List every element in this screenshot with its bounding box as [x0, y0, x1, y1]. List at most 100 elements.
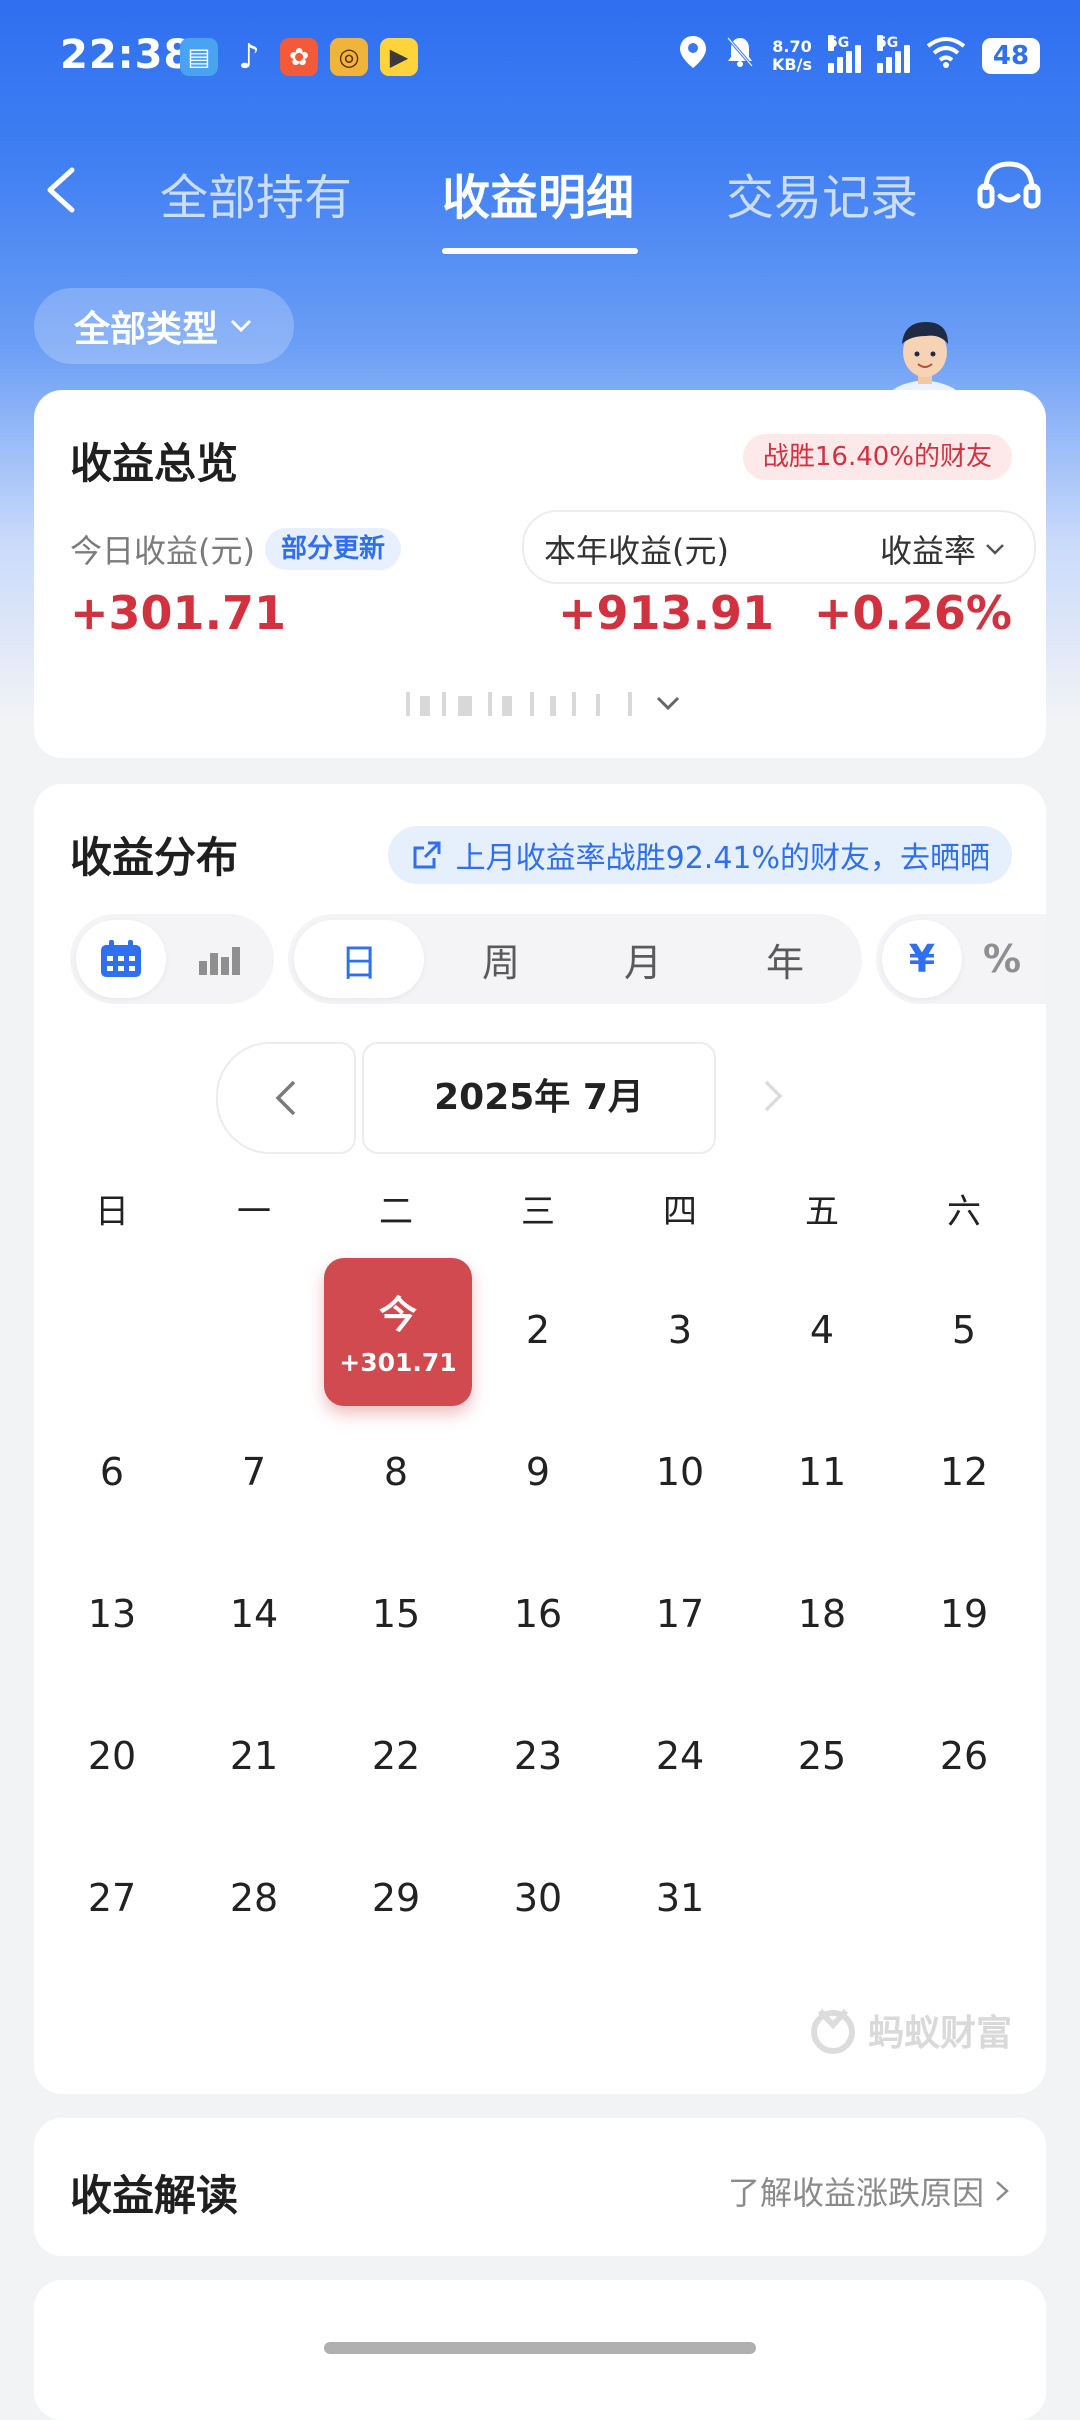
- tab-all-holdings[interactable]: 全部持有: [160, 158, 352, 228]
- active-tab-underline: [442, 248, 638, 254]
- customer-service-button[interactable]: [974, 152, 1044, 222]
- today-earnings-label: 今日收益(元): [70, 532, 255, 570]
- calendar-day[interactable]: 23: [468, 1734, 608, 1778]
- signal-type-1: 5G: [828, 35, 850, 51]
- calendar-day[interactable]: 2: [468, 1308, 608, 1352]
- return-rate-dropdown[interactable]: 收益率: [880, 526, 1006, 572]
- unit-toggle: ¥ %: [876, 914, 1046, 1004]
- share-result-button[interactable]: 上月收益率战胜92.41%的财友，去晒晒: [387, 826, 1012, 884]
- calendar-day[interactable]: 22: [326, 1734, 466, 1778]
- calendar-day[interactable]: 8: [326, 1450, 466, 1494]
- calendar-day[interactable]: 14: [184, 1592, 324, 1636]
- tab-earnings-detail[interactable]: 收益明细: [442, 158, 634, 228]
- period-week-button[interactable]: 周: [436, 920, 566, 998]
- next-month-button[interactable]: [752, 1074, 792, 1118]
- beat-percentile-badge[interactable]: 战胜16.40%的财友: [742, 434, 1012, 480]
- tiktok-icon: ♪: [238, 37, 260, 77]
- wallet-app-icon: ▤: [180, 38, 218, 76]
- weekday-label: 五: [805, 1192, 839, 1232]
- calendar-day[interactable]: 29: [326, 1876, 466, 1920]
- calendar-day[interactable]: 5: [894, 1308, 1034, 1352]
- current-month[interactable]: 2025年 7月: [362, 1042, 716, 1154]
- calendar-day[interactable]: 6: [42, 1450, 182, 1494]
- period-month-button[interactable]: 月: [578, 920, 708, 998]
- weekday-label: 日: [95, 1192, 129, 1232]
- location-icon: [678, 34, 708, 78]
- network-speed: 8.70 KB/s: [772, 38, 812, 74]
- calendar-day[interactable]: 24: [610, 1734, 750, 1778]
- type-filter-label: 全部类型: [73, 309, 218, 350]
- home-indicator[interactable]: [324, 2342, 756, 2354]
- weekday-label: 四: [663, 1192, 697, 1232]
- today-day-earnings: +301.71: [339, 1348, 457, 1377]
- calendar-day[interactable]: 30: [468, 1876, 608, 1920]
- chevron-right-icon: [764, 1080, 783, 1112]
- earnings-overview-card: 收益总览 战胜16.40%的财友 今日收益(元) 部分更新 本年收益(元) 收益…: [34, 390, 1046, 758]
- unit-percent-button[interactable]: %: [964, 920, 1040, 998]
- unit-amount-button[interactable]: ¥: [882, 920, 962, 998]
- calendar-day[interactable]: 27: [42, 1876, 182, 1920]
- network-speed-unit: KB/s: [772, 55, 812, 74]
- target-app-icon: ◎: [330, 38, 368, 76]
- calendar-day[interactable]: 20: [42, 1734, 182, 1778]
- calendar-day[interactable]: 3: [610, 1308, 750, 1352]
- signal-strength-1: 5G: [828, 35, 861, 73]
- wifi-icon: [926, 36, 966, 76]
- back-button[interactable]: [34, 160, 94, 220]
- calendar-day[interactable]: 16: [468, 1592, 608, 1636]
- period-day-button[interactable]: 日: [294, 920, 424, 998]
- chevron-left-icon: [275, 1080, 296, 1116]
- period-toggle: 日 周 月 年: [288, 914, 862, 1004]
- calendar-day[interactable]: 12: [894, 1450, 1034, 1494]
- expand-chevron-icon[interactable]: [652, 688, 684, 720]
- period-year-button[interactable]: 年: [720, 920, 850, 998]
- overview-title: 收益总览: [70, 439, 239, 488]
- tab-transaction-records[interactable]: 交易记录: [726, 158, 918, 228]
- chevron-right-icon: [996, 2181, 1009, 2201]
- calendar-day[interactable]: 9: [468, 1450, 608, 1494]
- calendar-day[interactable]: 11: [752, 1450, 892, 1494]
- calendar-day[interactable]: 18: [752, 1592, 892, 1636]
- year-earnings-selector[interactable]: 本年收益(元) 收益率: [522, 510, 1036, 584]
- calendar-day[interactable]: 4: [752, 1308, 892, 1352]
- calendar-day[interactable]: 15: [326, 1592, 466, 1636]
- type-filter-dropdown[interactable]: 全部类型: [34, 288, 294, 364]
- signal-type-2: 5G: [877, 35, 899, 51]
- year-earnings-label: 本年收益(元): [544, 532, 729, 570]
- chart-view-button[interactable]: [170, 920, 268, 998]
- calendar-day[interactable]: 31: [610, 1876, 750, 1920]
- today-earnings-value: +301.71: [70, 586, 287, 640]
- calendar-view-button[interactable]: [76, 920, 166, 998]
- status-time: 22:38: [60, 32, 193, 78]
- notification-icons: ▤ ♪ ✿ ◎ ▶: [180, 38, 418, 76]
- headset-icon: [977, 161, 1041, 209]
- chevron-down-icon: [986, 544, 1004, 555]
- status-indicators: 8.70 KB/s 5G 5G 48: [678, 34, 1040, 78]
- status-bar: 22:38 ▤ ♪ ✿ ◎ ▶ 8.70 KB/s 5G 5G 48: [0, 0, 1080, 120]
- share-external-icon: [413, 841, 441, 869]
- calendar-icon: [101, 940, 141, 977]
- calendar-day-today[interactable]: 今 +301.71: [324, 1258, 472, 1406]
- interpretation-title: 收益解读: [70, 2171, 239, 2220]
- ant-fortune-logo-icon: [810, 2008, 855, 2054]
- calendar-day[interactable]: 17: [610, 1592, 750, 1636]
- calendar-day[interactable]: 10: [610, 1450, 750, 1494]
- weekday-label: 六: [947, 1192, 981, 1232]
- today-earnings-label-row: 今日收益(元) 部分更新: [70, 526, 401, 572]
- earnings-distribution-card: 收益分布 上月收益率战胜92.41%的财友，去晒晒 日 周 月 年 ¥ % 20…: [34, 784, 1046, 2094]
- mute-bell-icon: [724, 35, 756, 77]
- calendar-day[interactable]: 26: [894, 1734, 1034, 1778]
- previous-month-button[interactable]: [216, 1042, 356, 1154]
- blurred-details: [406, 692, 632, 716]
- calendar-day[interactable]: 7: [184, 1450, 324, 1494]
- return-rate-value: +0.26%: [813, 586, 1012, 640]
- calendar-day[interactable]: 13: [42, 1592, 182, 1636]
- calendar-day[interactable]: 21: [184, 1734, 324, 1778]
- earnings-interpretation-card[interactable]: 收益解读 了解收益涨跌原因: [34, 2118, 1046, 2256]
- calendar-day[interactable]: 28: [184, 1876, 324, 1920]
- partial-update-tag[interactable]: 部分更新: [264, 528, 401, 570]
- calendar-day[interactable]: 25: [752, 1734, 892, 1778]
- interpretation-link[interactable]: 了解收益涨跌原因: [728, 2168, 1012, 2214]
- calendar-day[interactable]: 19: [894, 1592, 1034, 1636]
- return-rate-label: 收益率: [879, 532, 976, 570]
